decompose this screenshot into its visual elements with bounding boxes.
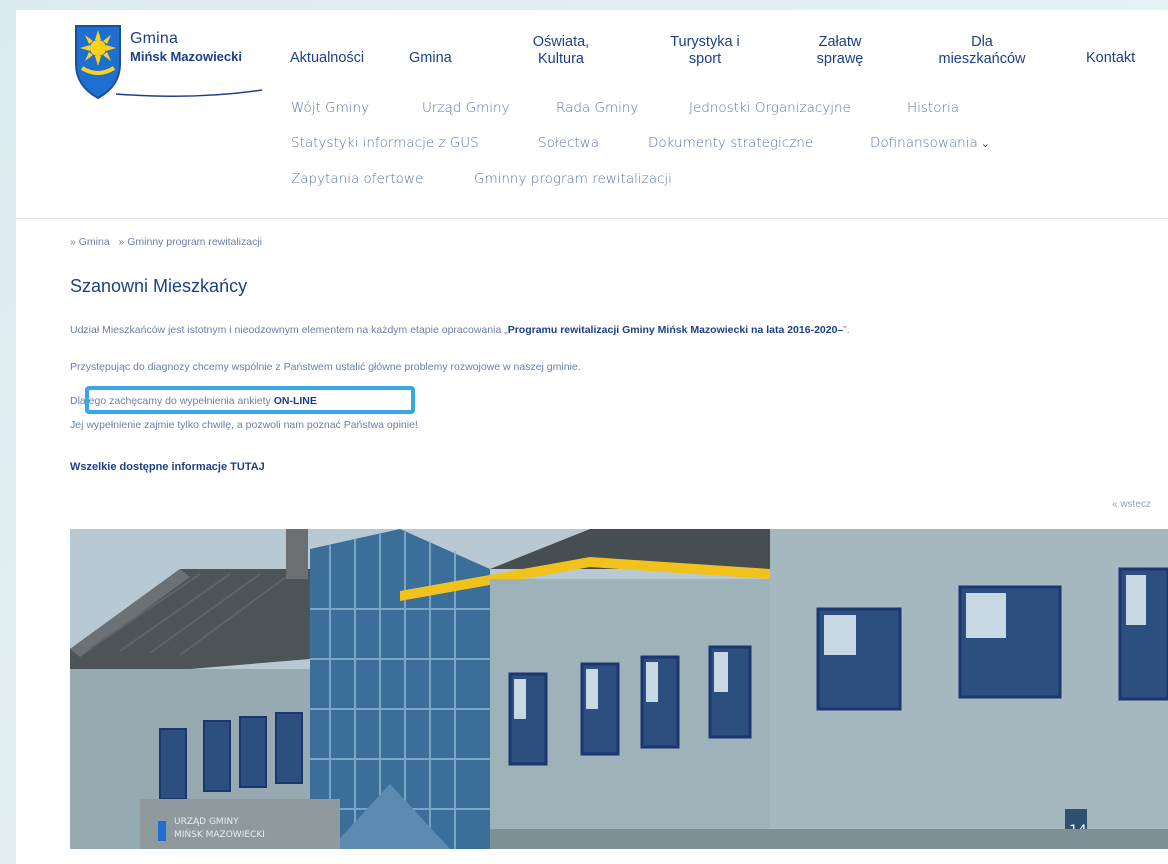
nav-item-turystyka-sport[interactable]: Turystyka i sport [664,34,746,68]
site-logo[interactable]: Gmina Mińsk Mazowiecki [74,24,264,102]
back-link[interactable]: « wstecz [1112,499,1151,510]
building-illustration: URZĄD GMINY MIŃSK MAZOWIECKI 14 [70,529,1168,849]
sub-nav-rada-gminy[interactable]: Rada Gminy [556,100,638,116]
sub-nav-urzad-gminy[interactable]: Urząd Gminy [422,100,510,116]
paragraph-intro: Udział Mieszkańców jest istotnym i nieod… [70,324,850,336]
sub-nav-statystyki-gus[interactable]: Statystyki informacje z GUS [291,135,479,151]
sub-nav-dofinansowania-label: Dofinansowania [870,135,978,151]
program-title: Programu rewitalizacji Gminy Mińsk Mazow… [507,324,844,336]
page: Gmina Mińsk Mazowiecki Aktualności Gmina… [16,10,1168,864]
nav-item-gmina[interactable]: Gmina [409,50,452,67]
logo-swoosh-icon [115,89,263,97]
chevron-down-icon: ⌄ [980,137,990,150]
sub-nav-gminny-program-rewitalizacji[interactable]: Gminny program rewitalizacji [474,171,672,187]
sub-nav-zapytania-ofertowe[interactable]: Zapytania ofertowe [291,171,423,187]
nav-item-kontakt[interactable]: Kontakt [1086,50,1135,67]
highlight-frame [85,386,415,414]
paragraph-diagnosis: Przystępując do diagnozy chcemy wspólnie… [70,361,581,373]
sub-nav-historia[interactable]: Historia [907,100,959,116]
logo-line2: Mińsk Mazowiecki [130,49,242,64]
breadcrumb: » Gmina » Gminny program rewitalizacji [70,236,262,248]
nav-item-dla-mieszkancow[interactable]: Dla mieszkańców [922,34,1042,68]
breadcrumb-gmina[interactable]: » Gmina [70,236,110,248]
sub-nav-jednostki-organizacyjne[interactable]: Jednostki Organizacyjne [689,100,851,116]
page-title: Szanowni Mieszkańcy [70,276,248,296]
sub-nav-solectwa[interactable]: Sołectwa [538,135,599,151]
site-header: Gmina Mińsk Mazowiecki Aktualności Gmina… [16,10,1168,219]
breadcrumb-rewitalizacja[interactable]: » Gminny program rewitalizacji [118,236,262,248]
sign-line1: URZĄD GMINY [174,817,239,827]
sub-nav-dofinansowania[interactable]: Dofinansowania ⌄ [870,135,990,151]
logo-line1: Gmina [130,30,179,47]
sign-line2: MIŃSK MAZOWIECKI [174,828,265,840]
nav-item-oswiata-kultura[interactable]: Oświata, Kultura [526,34,596,68]
nav-item-aktualnosci[interactable]: Aktualności [290,50,364,67]
building-photo: URZĄD GMINY MIŃSK MAZOWIECKI 14 [70,529,1168,849]
sub-nav-dokumenty-strategiczne[interactable]: Dokumenty strategiczne [648,135,813,151]
paragraph-opinion: Jej wypełnienie zajmie tylko chwilę, a p… [70,419,418,431]
more-info-link[interactable]: Wszelkie dostępne informacje TUTAJ [70,461,265,473]
nav-item-zalatw-sprawe[interactable]: Załatw sprawę [808,34,872,68]
sub-nav-wojt-gminy[interactable]: Wójt Gminy [291,100,369,116]
